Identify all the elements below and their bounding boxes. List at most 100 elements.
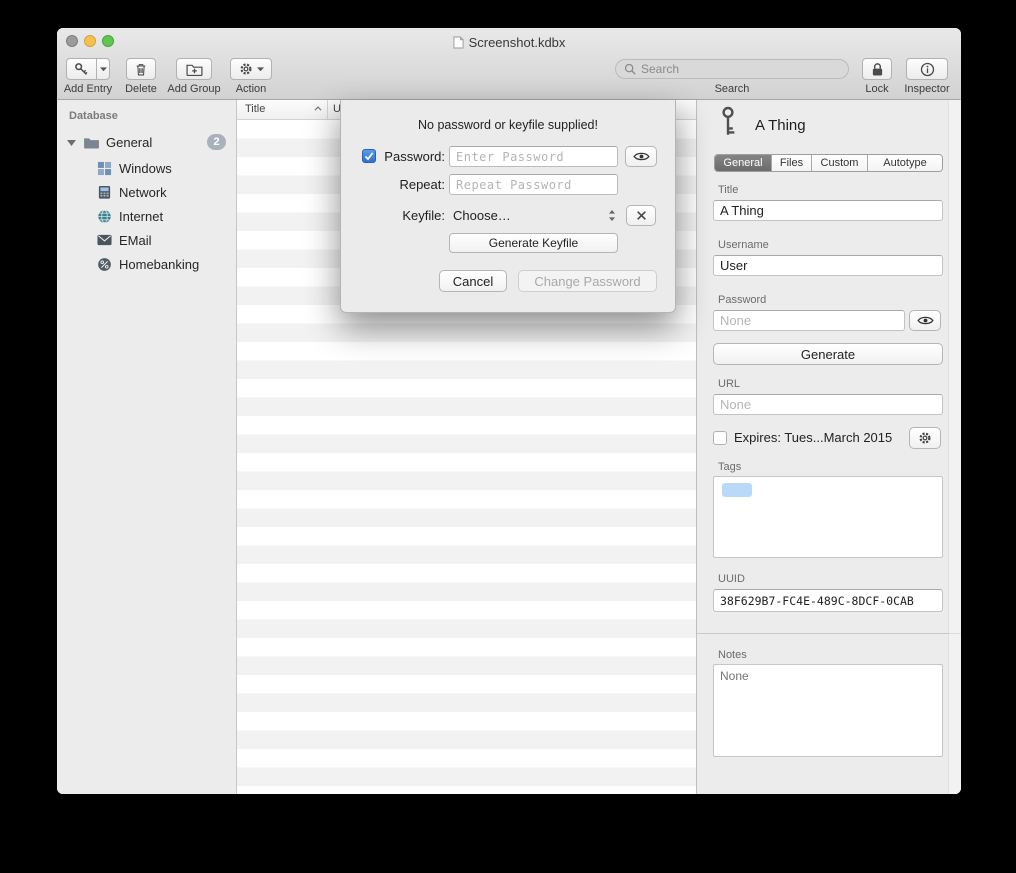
column-divider[interactable] bbox=[327, 100, 328, 119]
change-password-button[interactable]: Change Password bbox=[518, 270, 657, 292]
search-icon bbox=[624, 63, 636, 75]
stepper-icon bbox=[608, 209, 616, 222]
keyfile-label: Keyfile: bbox=[379, 208, 445, 223]
group-label: EMail bbox=[119, 233, 152, 248]
reveal-password-button[interactable] bbox=[909, 310, 941, 331]
repeat-password-field[interactable] bbox=[449, 174, 618, 195]
window-title-text: Screenshot.kdbx bbox=[469, 35, 566, 50]
group-label: Homebanking bbox=[119, 257, 199, 272]
url-field[interactable] bbox=[713, 394, 943, 415]
action-button[interactable] bbox=[230, 58, 272, 80]
window-title: Screenshot.kdbx bbox=[57, 33, 961, 51]
group-label: Network bbox=[119, 185, 167, 200]
expires-settings-button[interactable] bbox=[909, 427, 941, 449]
lock-icon bbox=[871, 62, 884, 77]
inspector-button[interactable] bbox=[906, 58, 948, 80]
expires-label: Expires: Tues...March 2015 bbox=[734, 430, 892, 445]
add-group-button[interactable] bbox=[176, 58, 212, 80]
password-field[interactable] bbox=[713, 310, 905, 331]
close-icon bbox=[636, 210, 647, 221]
change-password-sheet: No password or keyfile supplied! Passwor… bbox=[340, 100, 676, 313]
sidebar-item-windows[interactable]: Windows bbox=[57, 156, 236, 180]
password-label: Password bbox=[718, 294, 766, 306]
window-chrome: Screenshot.kdbx Add Entry bbox=[57, 28, 961, 100]
check-icon bbox=[364, 151, 374, 161]
group-label: Internet bbox=[119, 209, 163, 224]
search-field[interactable] bbox=[615, 59, 849, 79]
username-field[interactable] bbox=[713, 255, 943, 276]
clear-keyfile-button[interactable] bbox=[626, 205, 656, 226]
sidebar-item-internet[interactable]: Internet bbox=[57, 204, 236, 228]
tags-label: Tags bbox=[718, 461, 741, 473]
search-label: Search bbox=[702, 83, 762, 95]
url-label: URL bbox=[718, 378, 740, 390]
repeat-label: Repeat: bbox=[379, 177, 445, 192]
document-icon bbox=[453, 36, 464, 49]
key-icon bbox=[67, 59, 96, 79]
entry-title: A Thing bbox=[755, 117, 806, 134]
title-label: Title bbox=[718, 184, 738, 196]
password-label: Password: bbox=[379, 149, 445, 164]
sidebar-item-homebanking[interactable]: Homebanking bbox=[57, 252, 236, 276]
sidebar-item-general[interactable]: General 2 bbox=[57, 130, 236, 154]
inspector-label: Inspector bbox=[902, 83, 952, 95]
toolbar: Add Entry Delete Add Group bbox=[57, 54, 961, 100]
uuid-field[interactable] bbox=[713, 589, 943, 612]
add-entry-label: Add Entry bbox=[60, 83, 116, 95]
inspector-scrollbar[interactable] bbox=[948, 100, 961, 794]
lock-label: Lock bbox=[857, 83, 897, 95]
sort-ascending-icon[interactable] bbox=[314, 106, 322, 111]
inspector-panel: A Thing General Files Custom Autotype Ti… bbox=[696, 100, 961, 794]
tab-general[interactable]: General bbox=[715, 155, 772, 171]
sidebar-section-header: Database bbox=[69, 110, 118, 122]
delete-button[interactable] bbox=[126, 58, 156, 80]
search-input[interactable] bbox=[641, 62, 840, 76]
tag-token[interactable] bbox=[722, 483, 752, 497]
entry-count-badge: 2 bbox=[207, 134, 226, 150]
chevron-down-icon[interactable] bbox=[96, 59, 109, 79]
sheet-message: No password or keyfile supplied! bbox=[341, 118, 675, 132]
cancel-button[interactable]: Cancel bbox=[439, 270, 507, 292]
sidebar-item-email[interactable]: EMail bbox=[57, 228, 236, 252]
eye-icon bbox=[633, 151, 650, 162]
keyfile-popup-value: Choose… bbox=[453, 208, 511, 223]
group-sidebar: Database General 2 Windows bbox=[57, 100, 237, 794]
app-window: Screenshot.kdbx Add Entry bbox=[57, 28, 961, 794]
uuid-label: UUID bbox=[718, 573, 745, 585]
column-header-title[interactable]: Title bbox=[245, 103, 265, 115]
folder-icon bbox=[83, 136, 100, 149]
sidebar-item-network[interactable]: Network bbox=[57, 180, 236, 204]
tab-files[interactable]: Files bbox=[772, 155, 812, 171]
lock-button[interactable] bbox=[862, 58, 892, 80]
generate-button[interactable]: Generate bbox=[713, 343, 943, 365]
add-group-label: Add Group bbox=[164, 83, 224, 95]
tab-custom[interactable]: Custom bbox=[812, 155, 868, 171]
notes-field[interactable] bbox=[713, 664, 943, 757]
reveal-password-button[interactable] bbox=[625, 146, 657, 167]
enter-password-field[interactable] bbox=[449, 146, 618, 167]
group-label: General bbox=[106, 135, 152, 150]
keyfile-popup[interactable]: Choose… bbox=[449, 205, 618, 226]
add-entry-button[interactable] bbox=[66, 58, 110, 80]
title-field[interactable] bbox=[713, 200, 943, 221]
generate-keyfile-button[interactable]: Generate Keyfile bbox=[449, 233, 618, 253]
tags-field[interactable] bbox=[713, 476, 943, 558]
info-icon bbox=[920, 62, 935, 77]
eye-icon bbox=[917, 315, 934, 326]
windows-icon bbox=[97, 161, 112, 176]
inspector-divider bbox=[697, 633, 961, 634]
desktop-background: Screenshot.kdbx Add Entry bbox=[0, 0, 1016, 873]
percent-coin-icon bbox=[97, 257, 112, 272]
disclosure-triangle-icon[interactable] bbox=[67, 139, 76, 146]
gear-icon bbox=[918, 431, 932, 445]
expires-checkbox[interactable] bbox=[713, 431, 727, 445]
action-label: Action bbox=[231, 83, 271, 95]
password-checkbox[interactable] bbox=[362, 149, 376, 163]
globe-icon bbox=[97, 209, 112, 224]
notes-label: Notes bbox=[718, 649, 747, 661]
username-label: Username bbox=[718, 239, 769, 251]
tab-autotype[interactable]: Autotype bbox=[868, 155, 942, 171]
envelope-icon bbox=[97, 234, 112, 246]
chevron-down-icon bbox=[257, 67, 264, 72]
key-icon bbox=[715, 106, 741, 138]
